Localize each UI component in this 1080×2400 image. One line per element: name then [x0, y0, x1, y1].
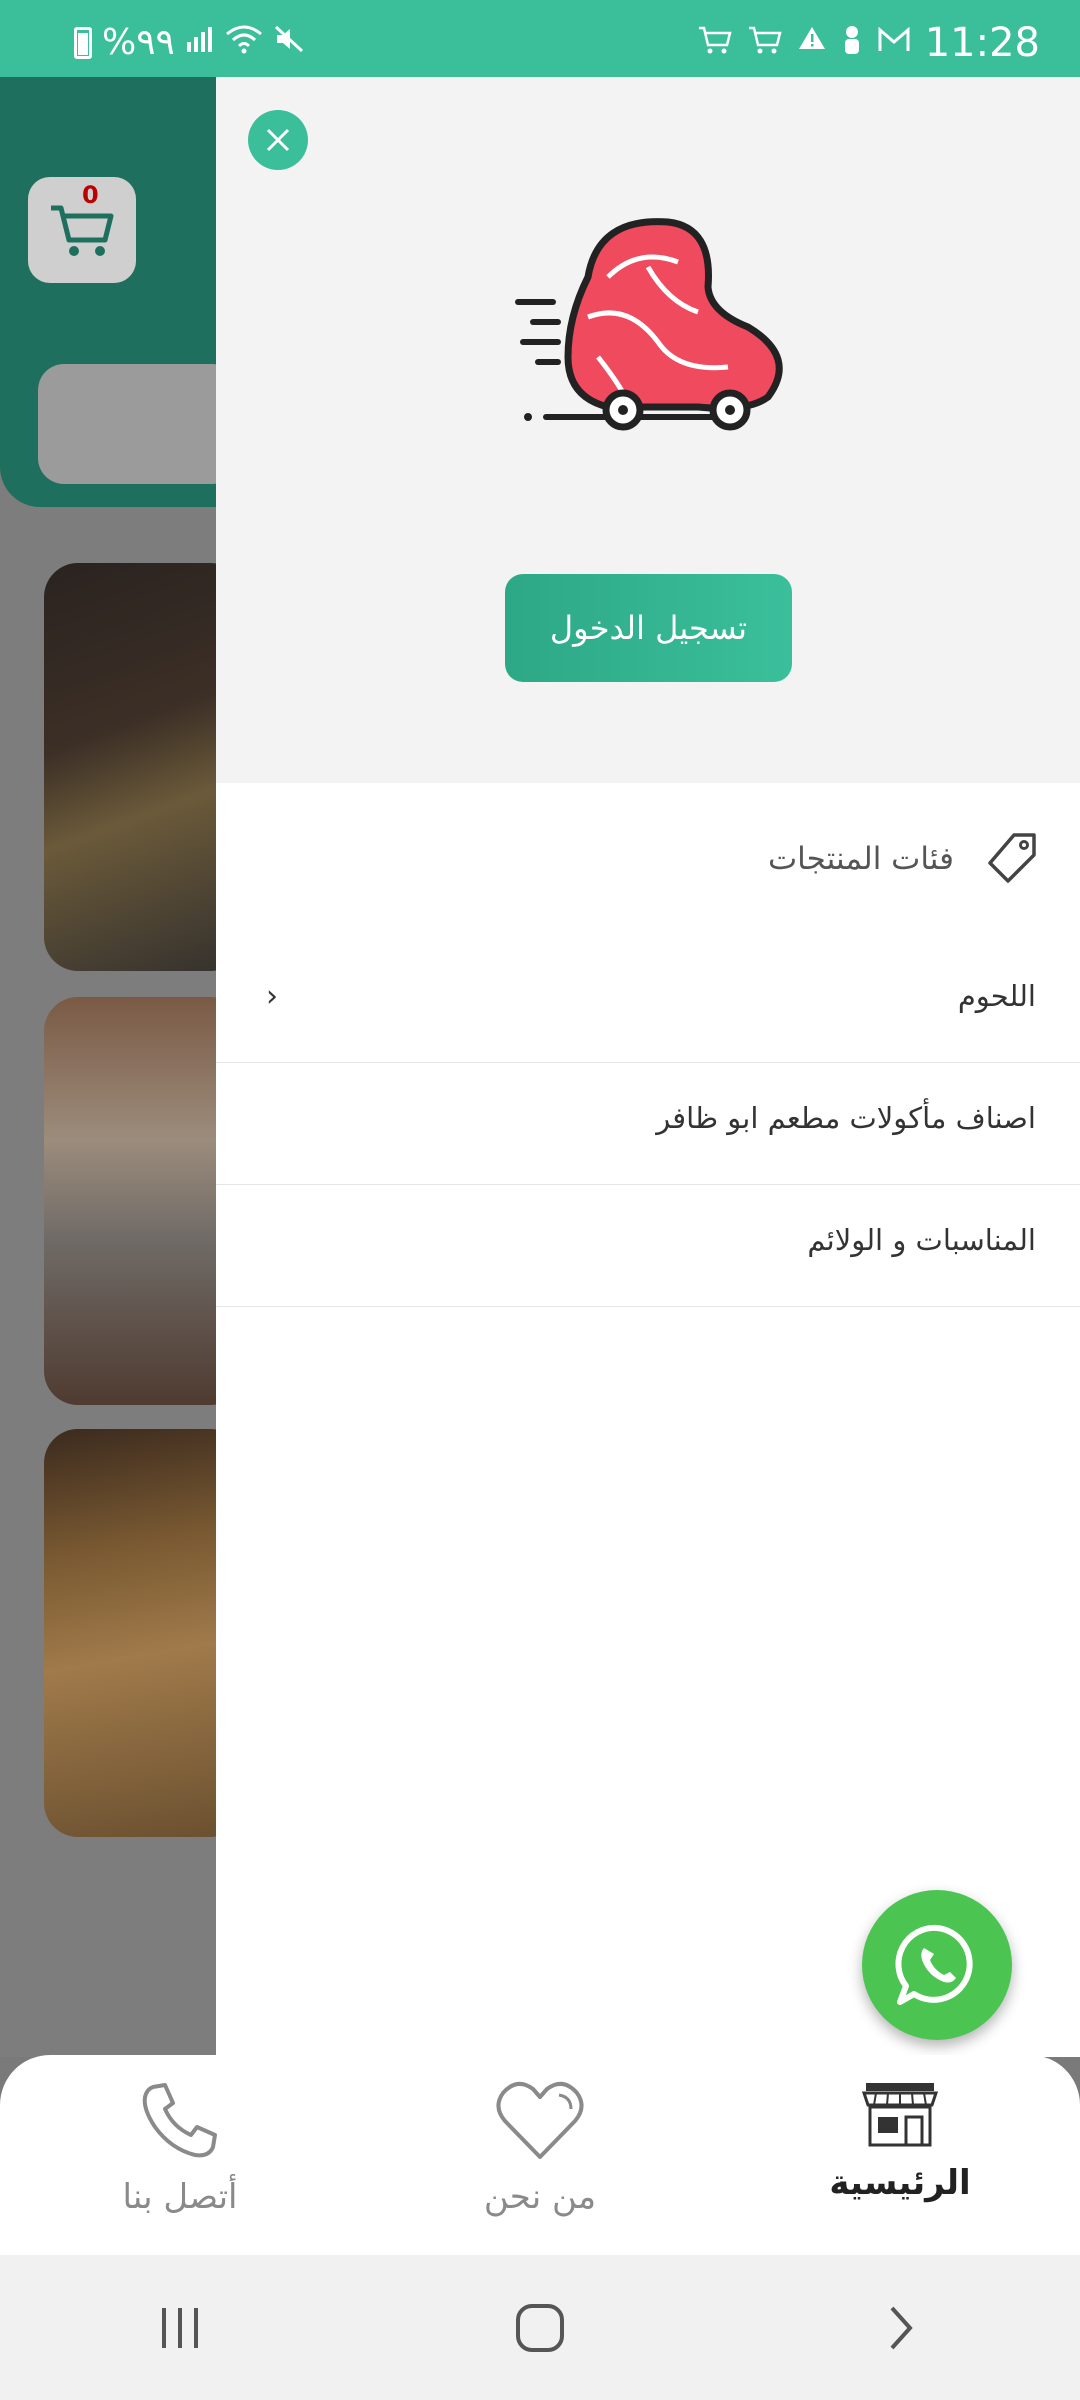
nav-label: الرئيسية	[829, 2163, 971, 2203]
close-icon	[266, 128, 290, 152]
cart-icon	[51, 205, 114, 256]
system-navigation-bar	[0, 2255, 1080, 2400]
category-card[interactable]	[44, 997, 244, 1405]
mute-icon	[273, 24, 305, 61]
category-card[interactable]	[44, 1429, 244, 1837]
side-drawer: تسجيل الدخول فئات المنتجات اللحوم › اصنا…	[216, 77, 1080, 2057]
nav-label: أتصل بنا	[122, 2177, 238, 2217]
menu-item-meats[interactable]: اللحوم ›	[216, 941, 1080, 1063]
bottom-navigation: أتصل بنا من نحن الرئيسية	[0, 2055, 1080, 2255]
categories-title: فئات المنتجات	[768, 841, 954, 877]
tag-icon	[988, 833, 1036, 883]
status-right: 11:28	[697, 20, 1040, 66]
category-card[interactable]	[44, 563, 244, 971]
warning-icon	[797, 25, 827, 62]
login-button[interactable]: تسجيل الدخول	[505, 574, 792, 682]
heart-icon	[496, 2081, 584, 2159]
phone-icon	[142, 2083, 217, 2158]
gmail-icon	[877, 25, 911, 61]
battery-icon	[74, 26, 92, 59]
nav-label: من نحن	[483, 2177, 597, 2217]
wifi-icon	[225, 24, 263, 61]
app-logo	[515, 218, 783, 431]
cart-notification-icon	[747, 25, 783, 62]
status-bar: %٩٩ 11:28	[0, 0, 1080, 77]
menu-item-label: اللحوم	[957, 979, 1036, 1013]
chevron-right-icon[interactable]: ›	[266, 979, 278, 1014]
back-icon[interactable]	[870, 2298, 930, 2358]
store-icon	[861, 2083, 939, 2147]
nav-about-us[interactable]: من نحن	[360, 2055, 720, 2255]
user-icon	[841, 25, 863, 62]
signal-icon	[185, 24, 215, 61]
cart-count: 0	[82, 181, 99, 209]
home-icon[interactable]	[510, 2298, 570, 2358]
clock: 11:28	[924, 20, 1040, 66]
menu-item-restaurant-dishes[interactable]: اصناف مأكولات مطعم ابو ظافر	[216, 1063, 1080, 1185]
whatsapp-icon	[895, 1924, 973, 2005]
whatsapp-button[interactable]	[862, 1890, 1012, 2040]
cart-notification-icon	[697, 25, 733, 62]
cart-button[interactable]: 0	[28, 177, 136, 283]
status-left: %٩٩	[74, 22, 305, 63]
menu-item-label: المناسبات و الولائم	[807, 1223, 1036, 1257]
battery-text: %٩٩	[102, 22, 175, 63]
menu-item-label: اصناف مأكولات مطعم ابو ظافر	[656, 1101, 1036, 1135]
search-bar[interactable]	[38, 364, 238, 484]
categories-header: فئات المنتجات	[768, 831, 1040, 887]
recent-apps-icon[interactable]	[150, 2298, 210, 2358]
nav-contact-us[interactable]: أتصل بنا	[0, 2055, 360, 2255]
nav-home[interactable]: الرئيسية	[720, 2055, 1080, 2255]
drawer-header: تسجيل الدخول	[216, 77, 1080, 783]
menu-item-occasions[interactable]: المناسبات و الولائم	[216, 1185, 1080, 1307]
close-drawer-button[interactable]	[248, 110, 308, 170]
